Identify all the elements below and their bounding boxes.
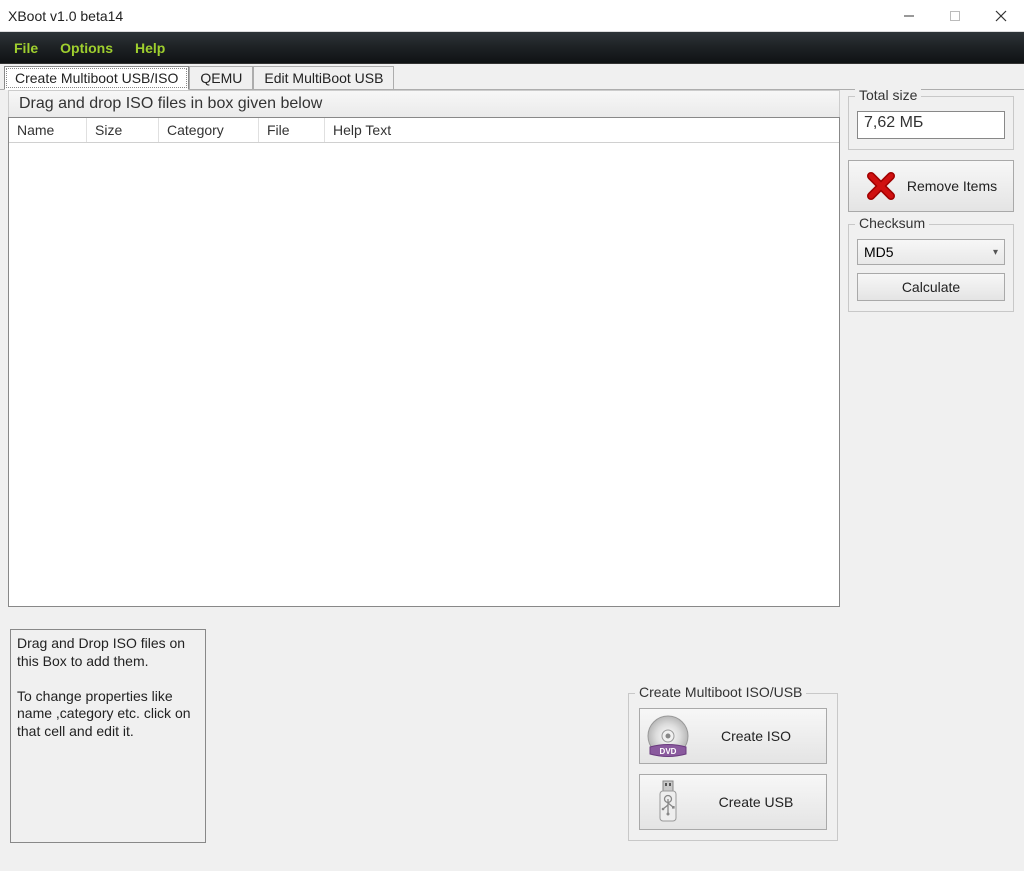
dvd-icon: DVD [640, 714, 696, 758]
tab-label: Create Multiboot USB/ISO [15, 70, 178, 86]
menu-options[interactable]: Options [60, 40, 113, 56]
col-name[interactable]: Name [9, 118, 87, 142]
create-usb-label: Create USB [696, 794, 826, 810]
checksum-group: Checksum MD5 ▾ Calculate [848, 224, 1014, 312]
col-size[interactable]: Size [87, 118, 159, 142]
minimize-icon [903, 10, 915, 22]
left-column: Drag and drop ISO files in box given bel… [0, 90, 848, 871]
close-icon [995, 10, 1007, 22]
col-file[interactable]: File [259, 118, 325, 142]
svg-text:DVD: DVD [660, 747, 677, 756]
total-size-label: Total size [855, 87, 921, 103]
maximize-button[interactable] [932, 0, 978, 31]
window-controls [886, 0, 1024, 31]
drop-area-header: Drag and drop ISO files in box given bel… [8, 90, 840, 117]
create-group-title: Create Multiboot ISO/USB [635, 684, 806, 700]
tab-label: QEMU [200, 70, 242, 86]
tab-edit-multiboot[interactable]: Edit MultiBoot USB [253, 66, 394, 89]
minimize-button[interactable] [886, 0, 932, 31]
window-titlebar: XBoot v1.0 beta14 [0, 0, 1024, 32]
create-iso-label: Create ISO [696, 728, 826, 744]
window-title: XBoot v1.0 beta14 [8, 8, 123, 24]
menubar: File Options Help [0, 32, 1024, 64]
col-category[interactable]: Category [159, 118, 259, 142]
chevron-down-icon: ▾ [993, 247, 998, 258]
calculate-label: Calculate [902, 279, 960, 295]
checksum-label: Checksum [855, 215, 929, 231]
checksum-select[interactable]: MD5 ▾ [857, 239, 1005, 265]
iso-table[interactable]: Name Size Category File Help Text [8, 117, 840, 607]
maximize-icon [949, 10, 961, 22]
table-header-row: Name Size Category File Help Text [9, 118, 839, 143]
calculate-button[interactable]: Calculate [857, 273, 1005, 301]
content-area: Drag and drop ISO files in box given bel… [0, 90, 1024, 871]
right-column: Total size 7,62 МБ Remove Items Checksum… [848, 90, 1024, 871]
remove-items-button[interactable]: Remove Items [848, 160, 1014, 212]
close-button[interactable] [978, 0, 1024, 31]
total-size-group: Total size 7,62 МБ [848, 96, 1014, 150]
col-help[interactable]: Help Text [325, 118, 839, 142]
usb-icon [640, 779, 696, 825]
tab-label: Edit MultiBoot USB [264, 70, 383, 86]
menu-file[interactable]: File [14, 40, 38, 56]
create-usb-button[interactable]: Create USB [639, 774, 827, 830]
checksum-selected: MD5 [864, 244, 894, 260]
menu-help[interactable]: Help [135, 40, 165, 56]
remove-items-label: Remove Items [907, 178, 997, 194]
remove-x-icon [865, 170, 897, 202]
tab-qemu[interactable]: QEMU [189, 66, 253, 89]
create-iso-button[interactable]: DVD Create ISO [639, 708, 827, 764]
create-multiboot-group: Create Multiboot ISO/USB DVD Create ISO [628, 693, 838, 841]
hint-box: Drag and Drop ISO files on this Box to a… [10, 629, 206, 843]
tab-create-multiboot[interactable]: Create Multiboot USB/ISO [4, 66, 189, 90]
total-size-value: 7,62 МБ [857, 111, 1005, 139]
